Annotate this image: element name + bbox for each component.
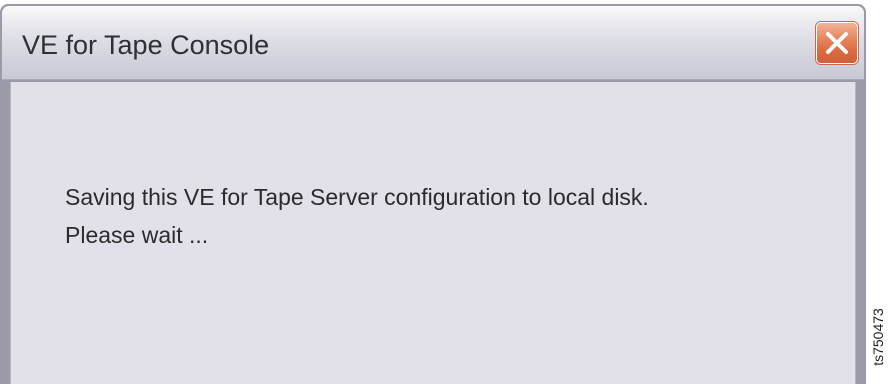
status-message-line-2: Please wait ... — [65, 222, 209, 248]
dialog-content: Saving this VE for Tape Server configura… — [10, 82, 856, 384]
title-bar[interactable]: VE for Tape Console — [2, 6, 864, 80]
close-button[interactable] — [816, 22, 858, 64]
status-message-line-1: Saving this VE for Tape Server configura… — [65, 184, 649, 210]
dialog-window: VE for Tape Console Saving this VE for T… — [0, 4, 866, 384]
window-title: VE for Tape Console — [22, 30, 270, 60]
status-message: Saving this VE for Tape Server configura… — [65, 178, 649, 254]
close-icon — [826, 32, 848, 54]
figure-id-text: ts750473 — [870, 308, 886, 366]
figure-id-label: ts750473 — [868, 292, 888, 382]
